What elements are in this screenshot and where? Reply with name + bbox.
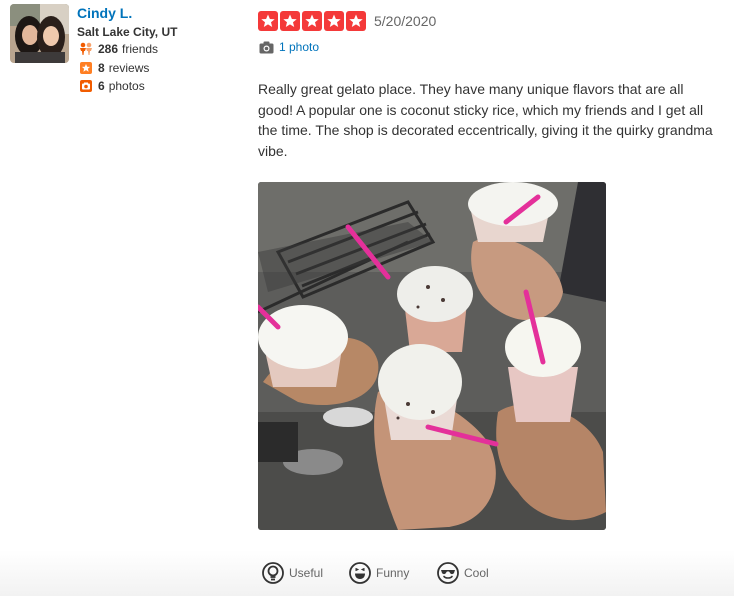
camera-icon	[259, 41, 274, 54]
photo-link-label[interactable]: 1 photo	[279, 40, 319, 54]
reviews-label: reviews	[108, 61, 150, 75]
useful-label[interactable]: Useful	[289, 566, 323, 580]
friends-icon	[79, 42, 93, 56]
funny-label[interactable]: Funny	[376, 566, 409, 580]
friends-label: friends	[122, 42, 159, 56]
rating-star-icon	[346, 11, 366, 31]
user-name[interactable]: Cindy L.	[77, 5, 132, 21]
lightbulb-icon	[262, 562, 284, 584]
photos-count: 6	[98, 79, 105, 93]
laughing-face-icon	[349, 562, 371, 584]
user-friends-stat: 286 friends	[79, 41, 158, 57]
rating-star-icon	[302, 11, 322, 31]
star-badge-icon	[79, 61, 93, 75]
funny-button[interactable]: Funny	[349, 561, 409, 585]
review-photo[interactable]	[258, 182, 606, 530]
star-rating	[258, 11, 366, 31]
rating-star-icon	[258, 11, 278, 31]
rating-star-icon	[280, 11, 300, 31]
reviews-count: 8	[98, 61, 105, 75]
review-date: 5/20/2020	[374, 13, 437, 29]
photos-label: photos	[108, 79, 145, 93]
useful-button[interactable]: Useful	[262, 561, 323, 585]
camera-icon	[79, 79, 93, 93]
sunglasses-face-icon	[437, 562, 459, 584]
rating-star-icon	[324, 11, 344, 31]
user-photos-stat: 6 photos	[79, 78, 145, 94]
cool-button[interactable]: Cool	[437, 561, 489, 585]
user-reviews-stat: 8 reviews	[79, 60, 149, 76]
review-photo-link[interactable]: 1 photo	[259, 40, 319, 54]
review-text: Really great gelato place. They have man…	[258, 81, 713, 159]
user-location: Salt Lake City, UT	[77, 25, 178, 39]
cool-label[interactable]: Cool	[464, 566, 489, 580]
friends-count: 286	[98, 42, 119, 56]
user-avatar[interactable]	[10, 4, 69, 63]
